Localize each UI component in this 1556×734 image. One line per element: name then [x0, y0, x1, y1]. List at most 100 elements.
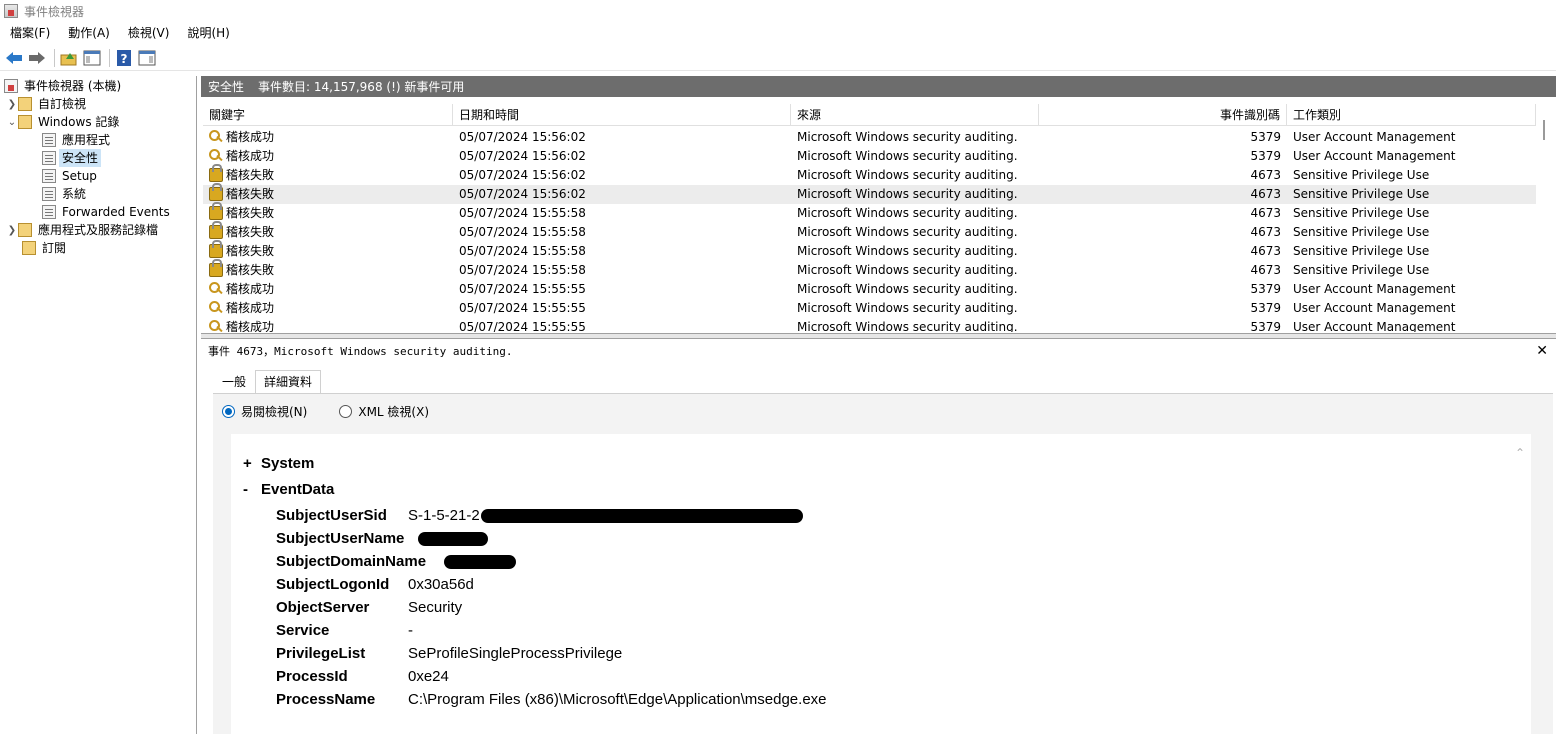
menu-file[interactable]: 檔案(F)	[0, 22, 58, 44]
events-scrollbar[interactable]	[1536, 104, 1553, 332]
system-section[interactable]: + System	[243, 453, 314, 475]
tree-item-application[interactable]: 應用程式	[42, 131, 113, 149]
menu-action[interactable]: 動作(A)	[58, 22, 118, 44]
scroll-up-icon[interactable]: ⌃	[1515, 446, 1525, 460]
table-row[interactable]: 稽核失敗 05/07/2024 15:56:02 Microsoft Windows…	[203, 164, 1536, 185]
help-button[interactable]: ?	[114, 48, 134, 68]
field-key: SubjectUserName	[276, 530, 405, 547]
cell-keyword: 稽核成功	[209, 280, 449, 299]
tree-item-subscriptions[interactable]: 訂閱	[22, 239, 69, 257]
key-icon	[209, 130, 223, 144]
radio-unselected-icon[interactable]	[339, 405, 353, 418]
show-hide-console-tree-button[interactable]	[82, 48, 102, 68]
cell-keyword: 稽核失敗	[209, 221, 449, 242]
cell-category: Sensitive Privilege Use	[1293, 225, 1430, 239]
cell-keyword: 稽核失敗	[209, 240, 449, 261]
cell-event-id: 5379	[1250, 320, 1281, 332]
tree-item-app-services-logs[interactable]: ❯ 應用程式及服務記錄檔	[6, 221, 161, 239]
table-row[interactable]: 稽核成功 05/07/2024 15:55:55 Microsoft Windows…	[203, 318, 1536, 332]
column-header-category[interactable]: 工作類別	[1287, 104, 1536, 126]
xml-view-radio[interactable]: XML 檢視(X)	[339, 403, 429, 420]
lock-icon	[209, 183, 223, 201]
tree-item-windows-logs[interactable]: ⌄ Windows 記錄	[6, 113, 122, 131]
pane-splitter[interactable]	[201, 333, 1556, 339]
cell-event-id: 4673	[1250, 168, 1281, 182]
cell-source: Microsoft Windows security auditing.	[797, 320, 1018, 332]
toolbar: ?	[0, 45, 1556, 71]
cell-category: Sensitive Privilege Use	[1293, 244, 1430, 258]
cell-event-id: 4673	[1250, 263, 1281, 277]
cell-datetime: 05/07/2024 15:55:58	[459, 206, 586, 220]
column-header-event-id[interactable]: 事件識別碼	[1039, 104, 1287, 126]
field-value: 0x30a56d	[408, 576, 474, 593]
menu-view[interactable]: 檢視(V)	[118, 22, 178, 44]
lock-icon	[209, 259, 223, 277]
field-value: SeProfileSingleProcessPrivilege	[408, 645, 623, 662]
cell-category: User Account Management	[1293, 149, 1456, 163]
help-icon: ?	[117, 49, 131, 66]
cell-source: Microsoft Windows security auditing.	[797, 149, 1018, 163]
table-row[interactable]: 稽核失敗 05/07/2024 15:55:58 Microsoft Windows…	[203, 259, 1536, 280]
column-header-source[interactable]: 來源	[791, 104, 1039, 126]
chevron-right-icon[interactable]: ❯	[6, 99, 18, 110]
cell-event-id: 5379	[1250, 301, 1281, 315]
menu-help[interactable]: 說明(H)	[177, 22, 237, 44]
event-count: 事件數目: 14,157,968 (!) 新事件可用	[258, 80, 465, 94]
redaction-mark	[444, 555, 516, 569]
cell-datetime: 05/07/2024 15:55:55	[459, 301, 586, 315]
log-icon	[42, 169, 56, 183]
table-row[interactable]: 稽核失敗 05/07/2024 15:55:58 Microsoft Windows…	[203, 221, 1536, 242]
cell-datetime: 05/07/2024 15:55:58	[459, 225, 586, 239]
field-value: C:\Program Files (x86)\Microsoft\Edge\Ap…	[408, 691, 827, 708]
table-row[interactable]: 稽核失敗 05/07/2024 15:55:58 Microsoft Windows…	[203, 240, 1536, 261]
column-header-datetime[interactable]: 日期和時間	[453, 104, 791, 126]
tree-item-security[interactable]: 安全性	[42, 149, 102, 167]
expand-toggle[interactable]: +	[243, 453, 261, 475]
cell-keyword: 稽核成功	[209, 128, 449, 147]
eventdata-section[interactable]: - EventData	[243, 479, 334, 501]
cell-category: User Account Management	[1293, 301, 1456, 315]
cell-source: Microsoft Windows security auditing.	[797, 263, 1018, 277]
tree-item-root[interactable]: 事件檢視器 (本機)	[4, 77, 124, 95]
close-icon[interactable]: ✕	[1536, 343, 1548, 359]
tree-item-system[interactable]: 系統	[42, 185, 89, 203]
title-bar: 事件檢視器	[0, 0, 1556, 22]
tab-details[interactable]: 詳細資料	[255, 370, 322, 393]
table-row[interactable]: 稽核成功 05/07/2024 15:56:02 Microsoft Windows…	[203, 128, 1536, 147]
show-hide-action-pane-button[interactable]	[137, 48, 157, 68]
cell-datetime: 05/07/2024 15:56:02	[459, 130, 586, 144]
table-row[interactable]: 稽核失敗 05/07/2024 15:55:58 Microsoft Windows…	[203, 202, 1536, 223]
field-key: Service	[276, 622, 330, 639]
folder-icon	[18, 223, 32, 237]
scrollbar-thumb[interactable]	[1543, 120, 1545, 140]
field-key: SubjectLogonId	[276, 576, 390, 593]
table-row[interactable]: 稽核成功 05/07/2024 15:56:02 Microsoft Windows…	[203, 147, 1536, 166]
table-row[interactable]: 稽核成功 05/07/2024 15:55:55 Microsoft Windows…	[203, 299, 1536, 318]
table-row[interactable]: 稽核失敗 05/07/2024 15:56:02 Microsoft Windows…	[203, 183, 1536, 204]
friendly-view-content: ⌃ + System - EventData SubjectUserSid S-1-…	[231, 434, 1531, 734]
cell-category: Sensitive Privilege Use	[1293, 206, 1430, 220]
tab-general[interactable]: 一般	[213, 370, 255, 393]
open-saved-log-button[interactable]	[59, 48, 79, 68]
lock-icon	[209, 240, 223, 258]
collapse-toggle[interactable]: -	[243, 479, 261, 501]
radio-selected-icon[interactable]	[222, 405, 235, 418]
lock-icon	[209, 164, 223, 182]
window-title: 事件檢視器	[24, 4, 85, 19]
field-key: ProcessName	[276, 691, 376, 708]
chevron-down-icon[interactable]: ⌄	[6, 117, 18, 128]
tree-item-setup[interactable]: Setup	[42, 167, 100, 185]
redaction-mark	[418, 532, 488, 546]
back-button[interactable]	[4, 48, 24, 68]
redaction-mark	[481, 509, 803, 523]
tree-item-forwarded-events[interactable]: Forwarded Events	[42, 203, 173, 221]
friendly-view-radio[interactable]: 易閱檢視(N)	[222, 403, 307, 420]
tree-item-custom-views[interactable]: ❯ 自訂檢視	[6, 95, 89, 113]
cell-source: Microsoft Windows security auditing.	[797, 168, 1018, 182]
table-row[interactable]: 稽核成功 05/07/2024 15:55:55 Microsoft Windows…	[203, 280, 1536, 299]
column-header-keyword[interactable]: 關鍵字	[203, 104, 453, 126]
table-header: 關鍵字 日期和時間 來源 事件識別碼 工作類別	[203, 104, 1536, 126]
forward-button[interactable]	[27, 48, 47, 68]
chevron-right-icon[interactable]: ❯	[6, 225, 18, 236]
field-key: SubjectDomainName	[276, 553, 427, 570]
